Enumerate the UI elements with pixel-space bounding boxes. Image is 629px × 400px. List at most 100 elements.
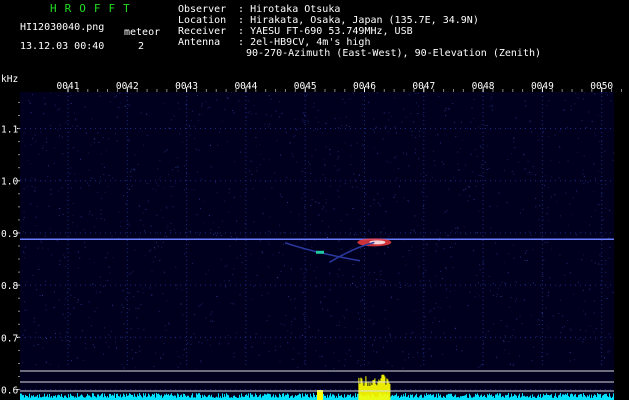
noise-dot (439, 237, 441, 239)
noise-dot (543, 127, 545, 129)
noise-dot (104, 327, 106, 329)
activity-sample (147, 396, 148, 400)
activity-sample (331, 396, 332, 400)
noise-dot (521, 323, 523, 325)
activity-sample (330, 393, 331, 400)
activity-sample (526, 396, 527, 400)
noise-dot (550, 159, 552, 161)
noise-dot (236, 237, 238, 239)
noise-dot (432, 322, 434, 324)
noise-dot (94, 226, 95, 228)
noise-dot (371, 179, 373, 181)
noise-dot (216, 192, 218, 194)
noise-dot (394, 157, 395, 159)
noise-dot (391, 340, 393, 342)
noise-dot (558, 161, 560, 163)
noise-dot (538, 319, 540, 321)
noise-dot (162, 242, 164, 243)
noise-dot (549, 277, 551, 279)
noise-dot (312, 336, 313, 337)
noise-dot (135, 367, 137, 369)
noise-dot (211, 319, 213, 321)
noise-dot (384, 318, 386, 320)
noise-dot (402, 256, 404, 257)
activity-sample (480, 395, 481, 400)
noise-dot (168, 322, 170, 324)
noise-dot (104, 219, 105, 221)
noise-dot (567, 160, 569, 162)
noise-dot (455, 227, 457, 229)
noise-dot (143, 329, 145, 331)
noise-dot (591, 260, 593, 262)
activity-sample (554, 395, 555, 400)
noise-dot (198, 305, 200, 307)
noise-dot (302, 292, 304, 294)
noise-dot (132, 271, 134, 273)
noise-dot (182, 314, 184, 316)
noise-dot (247, 112, 249, 114)
noise-dot (412, 357, 414, 358)
noise-dot (511, 171, 513, 172)
noise-dot (256, 170, 258, 172)
noise-dot (45, 280, 47, 282)
noise-dot (318, 202, 320, 204)
noise-dot (580, 329, 581, 331)
activity-sample (114, 393, 115, 400)
noise-dot (398, 272, 400, 274)
noise-dot (443, 128, 445, 130)
activity-sample (25, 394, 26, 400)
activity-peak (365, 376, 367, 400)
noise-dot (589, 288, 591, 290)
noise-dot (456, 345, 458, 347)
noise-dot (320, 301, 321, 303)
noise-dot (473, 250, 475, 252)
noise-dot (333, 367, 335, 369)
activity-sample (35, 396, 36, 400)
activity-sample (340, 395, 341, 400)
noise-dot (414, 152, 416, 154)
noise-dot (419, 280, 421, 282)
activity-sample (172, 395, 173, 400)
noise-dot (411, 131, 413, 132)
noise-dot (100, 213, 102, 215)
activity-sample (73, 396, 74, 400)
noise-dot (569, 203, 571, 205)
noise-dot (156, 182, 158, 184)
noise-dot (210, 321, 211, 322)
noise-dot (442, 354, 444, 356)
activity-sample (323, 393, 324, 400)
activity-sample (333, 394, 334, 400)
activity-sample (137, 394, 138, 400)
noise-dot (548, 291, 550, 293)
noise-dot (210, 144, 211, 146)
noise-dot (582, 169, 584, 171)
noise-dot (490, 227, 492, 229)
noise-dot (350, 228, 352, 230)
activity-sample (57, 395, 58, 400)
activity-sample (524, 395, 525, 400)
noise-dot (313, 270, 315, 272)
noise-dot (62, 153, 64, 155)
noise-dot (85, 132, 87, 134)
activity-sample (64, 395, 65, 400)
noise-dot (447, 235, 449, 237)
noise-dot (488, 167, 490, 169)
noise-dot (547, 187, 549, 189)
noise-dot (478, 295, 480, 297)
noise-dot (396, 201, 398, 203)
noise-dot (48, 205, 50, 207)
noise-dot (416, 102, 417, 104)
noise-dot (130, 175, 132, 177)
noise-dot (333, 352, 335, 354)
noise-dot (477, 181, 479, 183)
activity-sample (43, 396, 44, 400)
noise-dot (128, 140, 130, 142)
activity-sample (88, 395, 89, 400)
noise-dot (604, 150, 606, 152)
noise-dot (560, 299, 562, 301)
noise-dot (290, 211, 292, 213)
noise-dot (570, 214, 572, 216)
noise-dot (405, 264, 407, 266)
noise-dot (373, 203, 375, 204)
noise-dot (178, 356, 180, 357)
